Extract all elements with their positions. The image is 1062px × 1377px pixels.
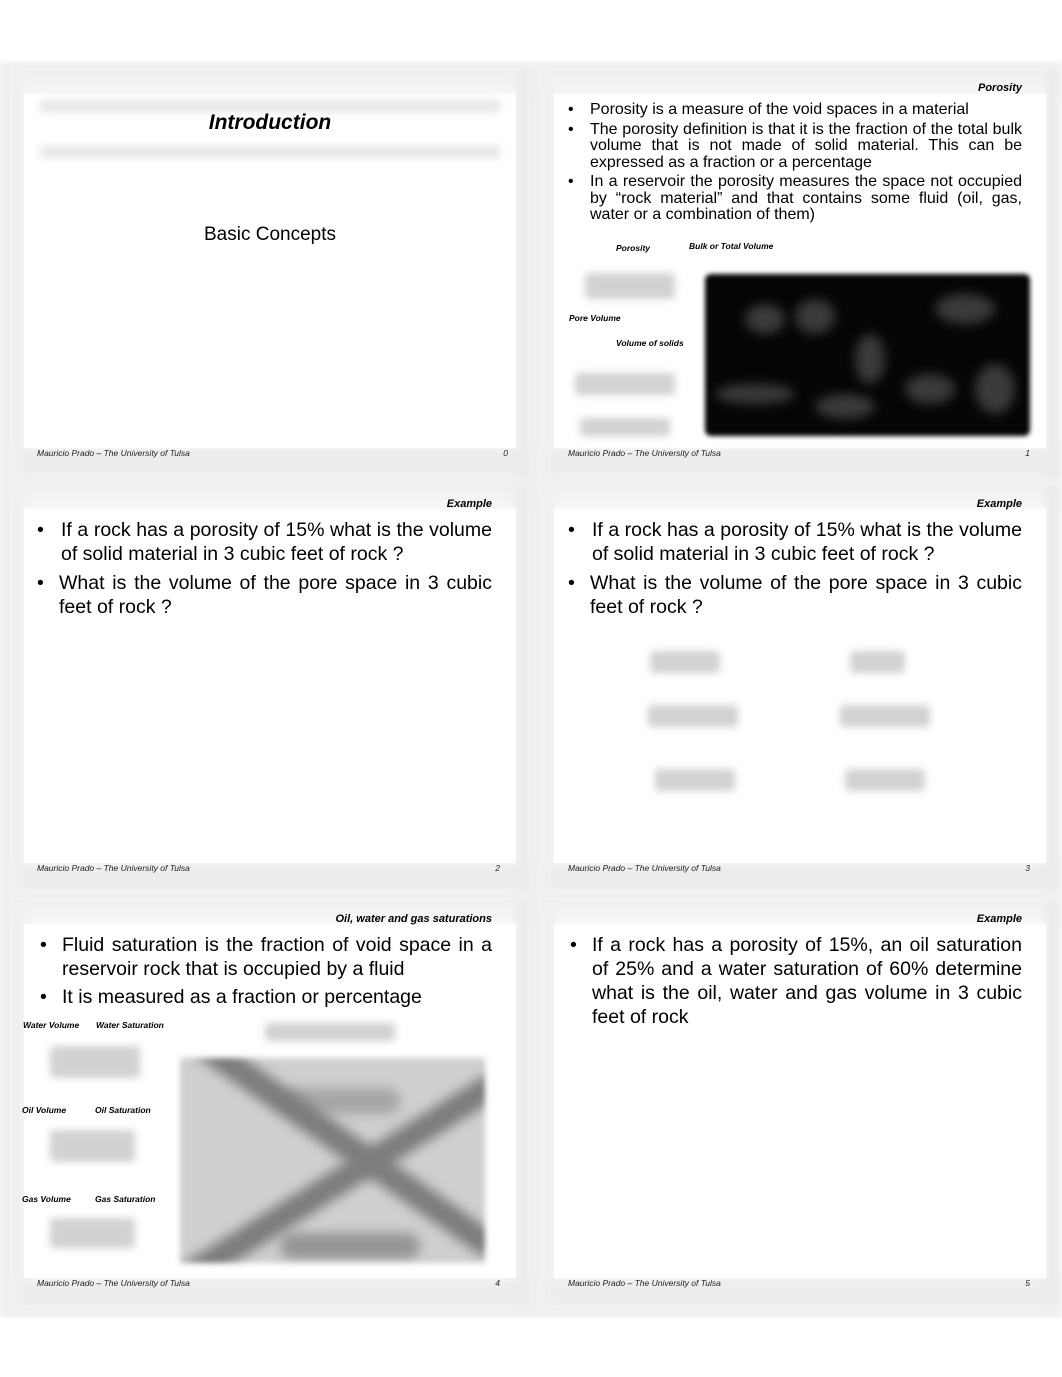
slide-5: Example • If a rock has a porosity of 15%… [540,898,1060,1308]
slide-1: Porosity • Porosity is a measure of the v… [540,68,1060,478]
figure-label-oil-saturation: Oil Saturation [95,1105,151,1115]
slide-heading: Example [976,913,1022,925]
slide-number: 3 [1025,863,1030,873]
bullet-item: • In a reservoir the porosity measures th… [568,173,1022,223]
slide-4: Oil, water and gas saturations • Fluid sa… [10,898,530,1308]
porous-rock-image [705,274,1030,436]
solution-equation [655,769,735,791]
slide-number: 5 [1025,1278,1030,1288]
slide-number: 1 [1025,448,1030,458]
slide-title: Introduction [208,111,332,134]
bullet-list: • Porosity is a measure of the void space… [568,101,1022,227]
porosity-equation [585,273,675,299]
solution-equation [850,651,905,673]
slide-number: 2 [495,863,500,873]
solution-equation [840,705,930,727]
solids-volume-equation [580,418,670,436]
figure-label-gas-volume: Gas Volume [22,1194,71,1204]
bullet-item: • If a rock has a porosity of 15% what is… [568,519,1022,565]
slide-footer-author: Mauricio Prado – The University of Tulsa [37,448,190,458]
bullet-item: • It is measured as a fraction or percent… [40,986,422,1008]
solution-equation [648,705,738,727]
slide-number: 0 [503,448,508,458]
figure-label-water-saturation: Water Saturation [96,1020,164,1030]
slide-0: Introduction Basic Concepts Mauricio Pra… [10,68,530,478]
oil-saturation-equation [50,1130,135,1162]
pore-volume-equation [575,373,675,395]
bullet-list: • Fluid saturation is the fraction of voi… [40,933,492,1013]
bullet-item: • The porosity definition is that it is t… [568,120,1022,171]
water-saturation-equation [50,1046,140,1078]
figure-label-water-volume: Water Volume [23,1020,80,1030]
slide-number: 4 [495,1278,500,1288]
figure-label-bulk-volume: Bulk or Total Volume [689,241,774,251]
bullet-list: • If a rock has a porosity of 15% what is… [568,519,1022,625]
bullet-item: • If a rock has a porosity of 15%, an oil… [570,934,1022,1028]
figure-label-oil-volume: Oil Volume [22,1105,67,1115]
bullet-item: • Porosity is a measure of the void space… [568,101,969,118]
bullet-list: • If a rock has a porosity of 15%, an oil… [570,933,1022,1029]
saturation-sum-equation [265,1023,395,1041]
slide-footer-author: Mauricio Prado – The University of Tulsa [568,448,721,458]
bullet-item: • What is the volume of the pore space in… [568,572,1022,618]
bullet-item: • If a rock has a porosity of 15% what is… [37,519,492,565]
figure-label-gas-saturation: Gas Saturation [95,1194,156,1204]
bullet-list: • If a rock has a porosity of 15% what is… [37,519,492,625]
figure-label-porosity: Porosity [616,243,651,253]
slide-heading: Example [446,498,492,510]
slide-subtitle: Basic Concepts [203,224,336,245]
title-divider [40,146,500,158]
bullet-item: • What is the volume of the pore space in… [37,572,492,618]
figure-label-solids-volume: Volume of solids [616,338,684,348]
slide-3: Example • If a rock has a porosity of 15%… [540,483,1060,893]
gas-saturation-equation [50,1218,135,1248]
slide-footer-author: Mauricio Prado – The University of Tulsa [37,863,190,873]
pore-saturation-image [180,1058,485,1263]
slide-heading: Example [976,498,1022,510]
solution-equation [845,769,925,791]
solution-equation [650,651,720,673]
slide-heading: Oil, water and gas saturations [335,913,493,925]
slide-footer-author: Mauricio Prado – The University of Tulsa [568,863,721,873]
figure-label-pore-volume: Pore Volume [569,313,621,323]
slide-heading: Porosity [977,82,1022,94]
slide-footer-author: Mauricio Prado – The University of Tulsa [37,1278,190,1288]
slide-2: Example • If a rock has a porosity of 15%… [10,483,530,893]
bullet-item: • Fluid saturation is the fraction of voi… [40,934,492,980]
slide-footer-author: Mauricio Prado – The University of Tulsa [568,1278,721,1288]
